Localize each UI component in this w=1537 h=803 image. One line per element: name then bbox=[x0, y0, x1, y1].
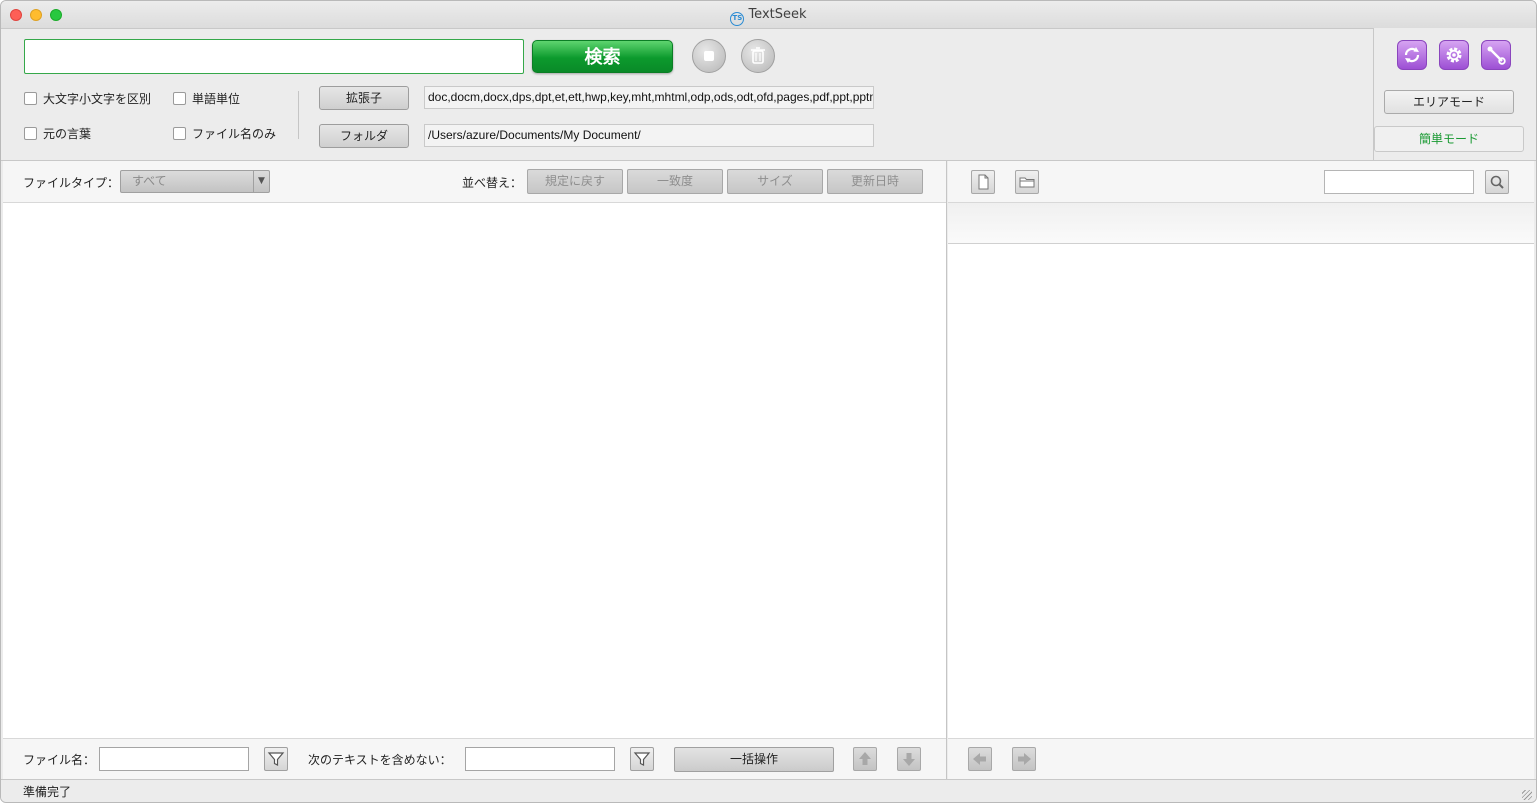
arrow-right-icon bbox=[1018, 753, 1031, 765]
preview-header bbox=[948, 161, 1534, 203]
window-title-area: TS TextSeek bbox=[1, 7, 1536, 26]
stop-button[interactable] bbox=[692, 39, 726, 73]
file-type-select[interactable]: すべて ▼ bbox=[120, 170, 270, 193]
arrow-up-icon bbox=[859, 752, 871, 765]
checkbox-label: 大文字小文字を区別 bbox=[43, 92, 152, 106]
exclude-text-label: 次のテキストを含めない： bbox=[308, 753, 452, 767]
checkbox-box[interactable] bbox=[24, 127, 37, 140]
filename-filter-label: ファイル名： bbox=[23, 753, 96, 767]
title-bar: TS TextSeek bbox=[1, 1, 1536, 29]
folder-icon bbox=[1019, 177, 1035, 188]
filename-filter-input[interactable] bbox=[99, 747, 249, 771]
case-sensitive-checkbox[interactable]: 大文字小文字を区別 bbox=[24, 90, 151, 107]
sort-relevance-button[interactable]: 一致度 bbox=[627, 169, 723, 194]
refresh-icon[interactable] bbox=[1397, 40, 1427, 70]
checkbox-label: 元の言葉 bbox=[43, 127, 92, 141]
sort-size-button[interactable]: サイズ bbox=[727, 169, 823, 194]
checkbox-box[interactable] bbox=[173, 92, 186, 105]
preview-panel bbox=[948, 161, 1534, 779]
resize-grip-icon[interactable] bbox=[1522, 790, 1532, 800]
preview-title-band bbox=[948, 203, 1534, 244]
move-down-button[interactable] bbox=[897, 747, 921, 771]
preview-search-button[interactable] bbox=[1485, 170, 1509, 194]
refresh-glyph bbox=[1404, 47, 1420, 63]
preview-content[interactable] bbox=[948, 244, 1534, 738]
exclude-text-input[interactable] bbox=[465, 747, 615, 771]
file-type-value: すべて bbox=[132, 174, 167, 188]
search-button[interactable]: 検索 bbox=[532, 40, 673, 73]
move-up-button[interactable] bbox=[853, 747, 877, 771]
checkbox-box[interactable] bbox=[24, 92, 37, 105]
window-title: TextSeek bbox=[748, 7, 807, 22]
bulk-operation-button[interactable]: 一括操作 bbox=[674, 747, 834, 772]
search-input[interactable] bbox=[24, 39, 524, 74]
extensions-field[interactable]: doc,docm,docx,dps,dpt,et,ett,hwp,key,mht… bbox=[424, 86, 874, 109]
app-logo-icon: TS bbox=[730, 12, 745, 26]
area-mode-button[interactable]: エリアモード bbox=[1384, 90, 1514, 114]
open-file-button[interactable] bbox=[971, 170, 995, 194]
next-match-button[interactable] bbox=[1012, 747, 1036, 771]
stop-icon bbox=[704, 51, 714, 61]
results-footer: ファイル名： 次のテキストを含めない： 一括操作 bbox=[3, 738, 946, 779]
results-panel: ファイルタイプ： すべて ▼ 並べ替え： 規定に戻す 一致度 サイズ 更新日時 … bbox=[3, 161, 947, 779]
original-language-checkbox[interactable]: 元の言葉 bbox=[24, 125, 91, 142]
status-bar: 準備完了 bbox=[1, 779, 1536, 802]
checkbox-label: 単語単位 bbox=[192, 92, 241, 106]
exclude-filter-button[interactable] bbox=[630, 747, 654, 771]
app-window: TS TextSeek 検索 大文字小文字を区別 単語単位 元の言葉 ファイル名の… bbox=[0, 0, 1537, 803]
folder-path-field[interactable]: /Users/azure/Documents/My Document/ bbox=[424, 124, 874, 147]
sort-reset-button[interactable]: 規定に戻す bbox=[527, 169, 623, 194]
document-icon bbox=[978, 174, 989, 190]
sort-label: 並べ替え： bbox=[462, 176, 523, 190]
folder-button[interactable]: フォルダ bbox=[319, 124, 409, 148]
filename-only-checkbox[interactable]: ファイル名のみ bbox=[173, 125, 276, 142]
checkbox-box[interactable] bbox=[173, 127, 186, 140]
status-text: 準備完了 bbox=[23, 785, 72, 799]
tools-icon[interactable] bbox=[1481, 40, 1511, 70]
tools-glyph bbox=[1487, 46, 1506, 65]
filter-icon bbox=[633, 752, 651, 766]
gear-icon[interactable] bbox=[1439, 40, 1469, 70]
sort-modified-button[interactable]: 更新日時 bbox=[827, 169, 923, 194]
filter-icon bbox=[267, 752, 285, 766]
chevron-down-icon: ▼ bbox=[253, 171, 269, 192]
open-folder-button[interactable] bbox=[1015, 170, 1039, 194]
file-type-label: ファイルタイプ： bbox=[23, 176, 120, 190]
search-icon bbox=[1490, 175, 1504, 189]
easy-mode-tab[interactable]: 簡単モード bbox=[1374, 126, 1524, 152]
previous-match-button[interactable] bbox=[968, 747, 992, 771]
preview-footer bbox=[948, 738, 1534, 779]
checkbox-label: ファイル名のみ bbox=[192, 127, 277, 141]
filename-filter-button[interactable] bbox=[264, 747, 288, 771]
options-divider bbox=[298, 91, 299, 139]
gear-glyph bbox=[1446, 47, 1462, 63]
arrow-down-icon bbox=[903, 753, 915, 766]
preview-search-input[interactable] bbox=[1324, 170, 1474, 194]
whole-word-checkbox[interactable]: 単語単位 bbox=[173, 90, 240, 107]
mode-panel: エリアモード 簡単モード bbox=[1373, 28, 1536, 161]
clear-button[interactable] bbox=[741, 39, 775, 73]
arrow-left-icon bbox=[973, 753, 986, 765]
results-header: ファイルタイプ： すべて ▼ 並べ替え： 規定に戻す 一致度 サイズ 更新日時 bbox=[3, 161, 946, 203]
results-list[interactable] bbox=[3, 203, 946, 738]
extensions-button[interactable]: 拡張子 bbox=[319, 86, 409, 110]
trash-icon bbox=[751, 47, 765, 64]
